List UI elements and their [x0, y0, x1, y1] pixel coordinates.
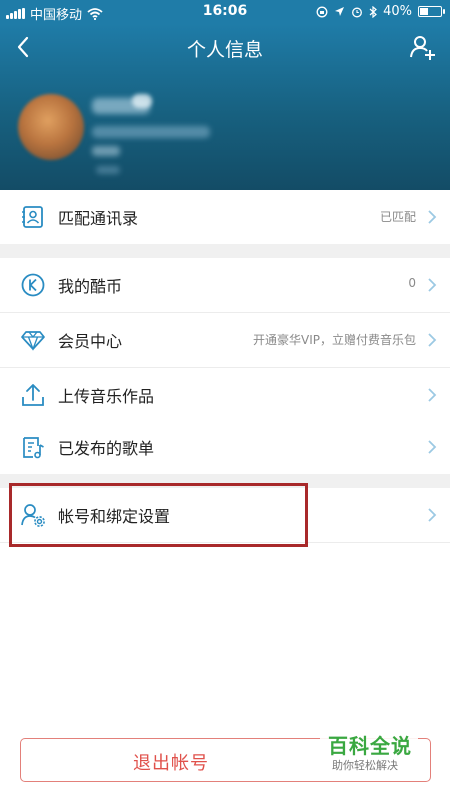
menu-item-vip[interactable]: 会员中心 开通豪华VIP，立赠付费音乐包	[0, 313, 450, 367]
chevron-right-icon	[428, 210, 437, 224]
highlight-annotation	[9, 483, 308, 547]
playlist-icon	[23, 437, 44, 459]
chevron-right-icon	[428, 333, 437, 347]
watermark-title: 百科全说	[328, 734, 412, 758]
battery-icon	[418, 6, 445, 17]
battery-percent: 40%	[383, 4, 412, 19]
battery-level	[420, 8, 428, 15]
chevron-right-icon	[428, 440, 437, 454]
upload-icon	[22, 384, 44, 406]
avatar[interactable]	[18, 94, 84, 160]
menu-item-label: 匹配通讯录	[58, 209, 139, 228]
menu-item-playlists[interactable]: 已发布的歌单	[0, 420, 450, 474]
watermark-logo: 百科全说 助你轻松解决	[320, 728, 418, 776]
menu-item-contacts[interactable]: 匹配通讯录 已匹配	[0, 190, 450, 244]
chevron-right-icon	[428, 508, 437, 522]
logout-label: 退出帐号	[133, 753, 209, 774]
location-icon	[335, 7, 345, 16]
menu-item-label: 上传音乐作品	[58, 387, 155, 406]
menu-item-value: 0	[408, 276, 416, 290]
menu-item-coins[interactable]: 我的酷币 0	[0, 258, 450, 312]
menu-item-value: 开通豪华VIP，立赠付费音乐包	[253, 333, 416, 347]
chevron-right-icon	[428, 278, 437, 292]
blurred-user-info	[92, 126, 210, 138]
blurred-user-info-3	[96, 166, 120, 174]
diamond-icon	[21, 331, 45, 351]
watermark-subtitle: 助你轻松解决	[332, 759, 398, 772]
rotation-lock-icon	[316, 6, 328, 17]
status-right: 40%	[316, 4, 445, 19]
bluetooth-icon	[369, 5, 378, 18]
alarm-icon	[352, 7, 363, 17]
section-gap	[0, 244, 450, 258]
coin-icon	[21, 273, 45, 297]
menu-item-label: 我的酷币	[58, 277, 123, 296]
blurred-user-info-2	[92, 146, 120, 156]
contacts-icon	[22, 206, 43, 228]
add-friend-icon[interactable]	[408, 32, 438, 62]
blurred-badge	[132, 94, 152, 108]
menu-item-label: 已发布的歌单	[58, 439, 155, 458]
profile-header: 个人信息	[0, 24, 450, 190]
status-bar: 中国移动 16:06 40%	[0, 0, 450, 24]
menu-item-label: 会员中心	[58, 332, 123, 351]
menu-item-upload[interactable]: 上传音乐作品	[0, 368, 450, 422]
page-title: 个人信息	[186, 39, 263, 61]
chevron-right-icon	[428, 388, 437, 402]
menu-item-value: 已匹配	[379, 210, 416, 224]
